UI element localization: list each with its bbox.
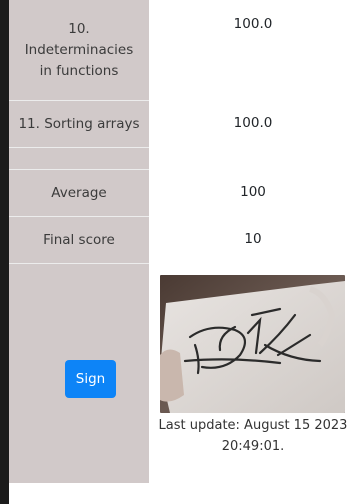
- row-label-indeterminacies: 10. Indeterminacies in functions: [24, 20, 134, 79]
- value-final-score: 10: [244, 231, 262, 247]
- grades-page: 10. Indeterminacies in functions 11. Sor…: [0, 0, 357, 504]
- value-indeterminacies: 100.0: [233, 16, 273, 32]
- row-label-final-score: Final score: [9, 216, 149, 263]
- signature-photo: [160, 275, 345, 413]
- label-column: 10. Indeterminacies in functions 11. Sor…: [9, 0, 149, 483]
- sign-button[interactable]: Sign: [65, 360, 116, 398]
- value-sorting-arrays: 100.0: [233, 115, 273, 131]
- row-label-sorting-arrays: 11. Sorting arrays: [9, 100, 149, 147]
- row-label-average: Average: [9, 169, 149, 216]
- value-average: 100: [240, 184, 266, 200]
- left-border: [0, 0, 9, 504]
- row-label-empty: [9, 147, 149, 169]
- last-update-caption: Last update: August 15 2023 20:49:01.: [158, 418, 348, 454]
